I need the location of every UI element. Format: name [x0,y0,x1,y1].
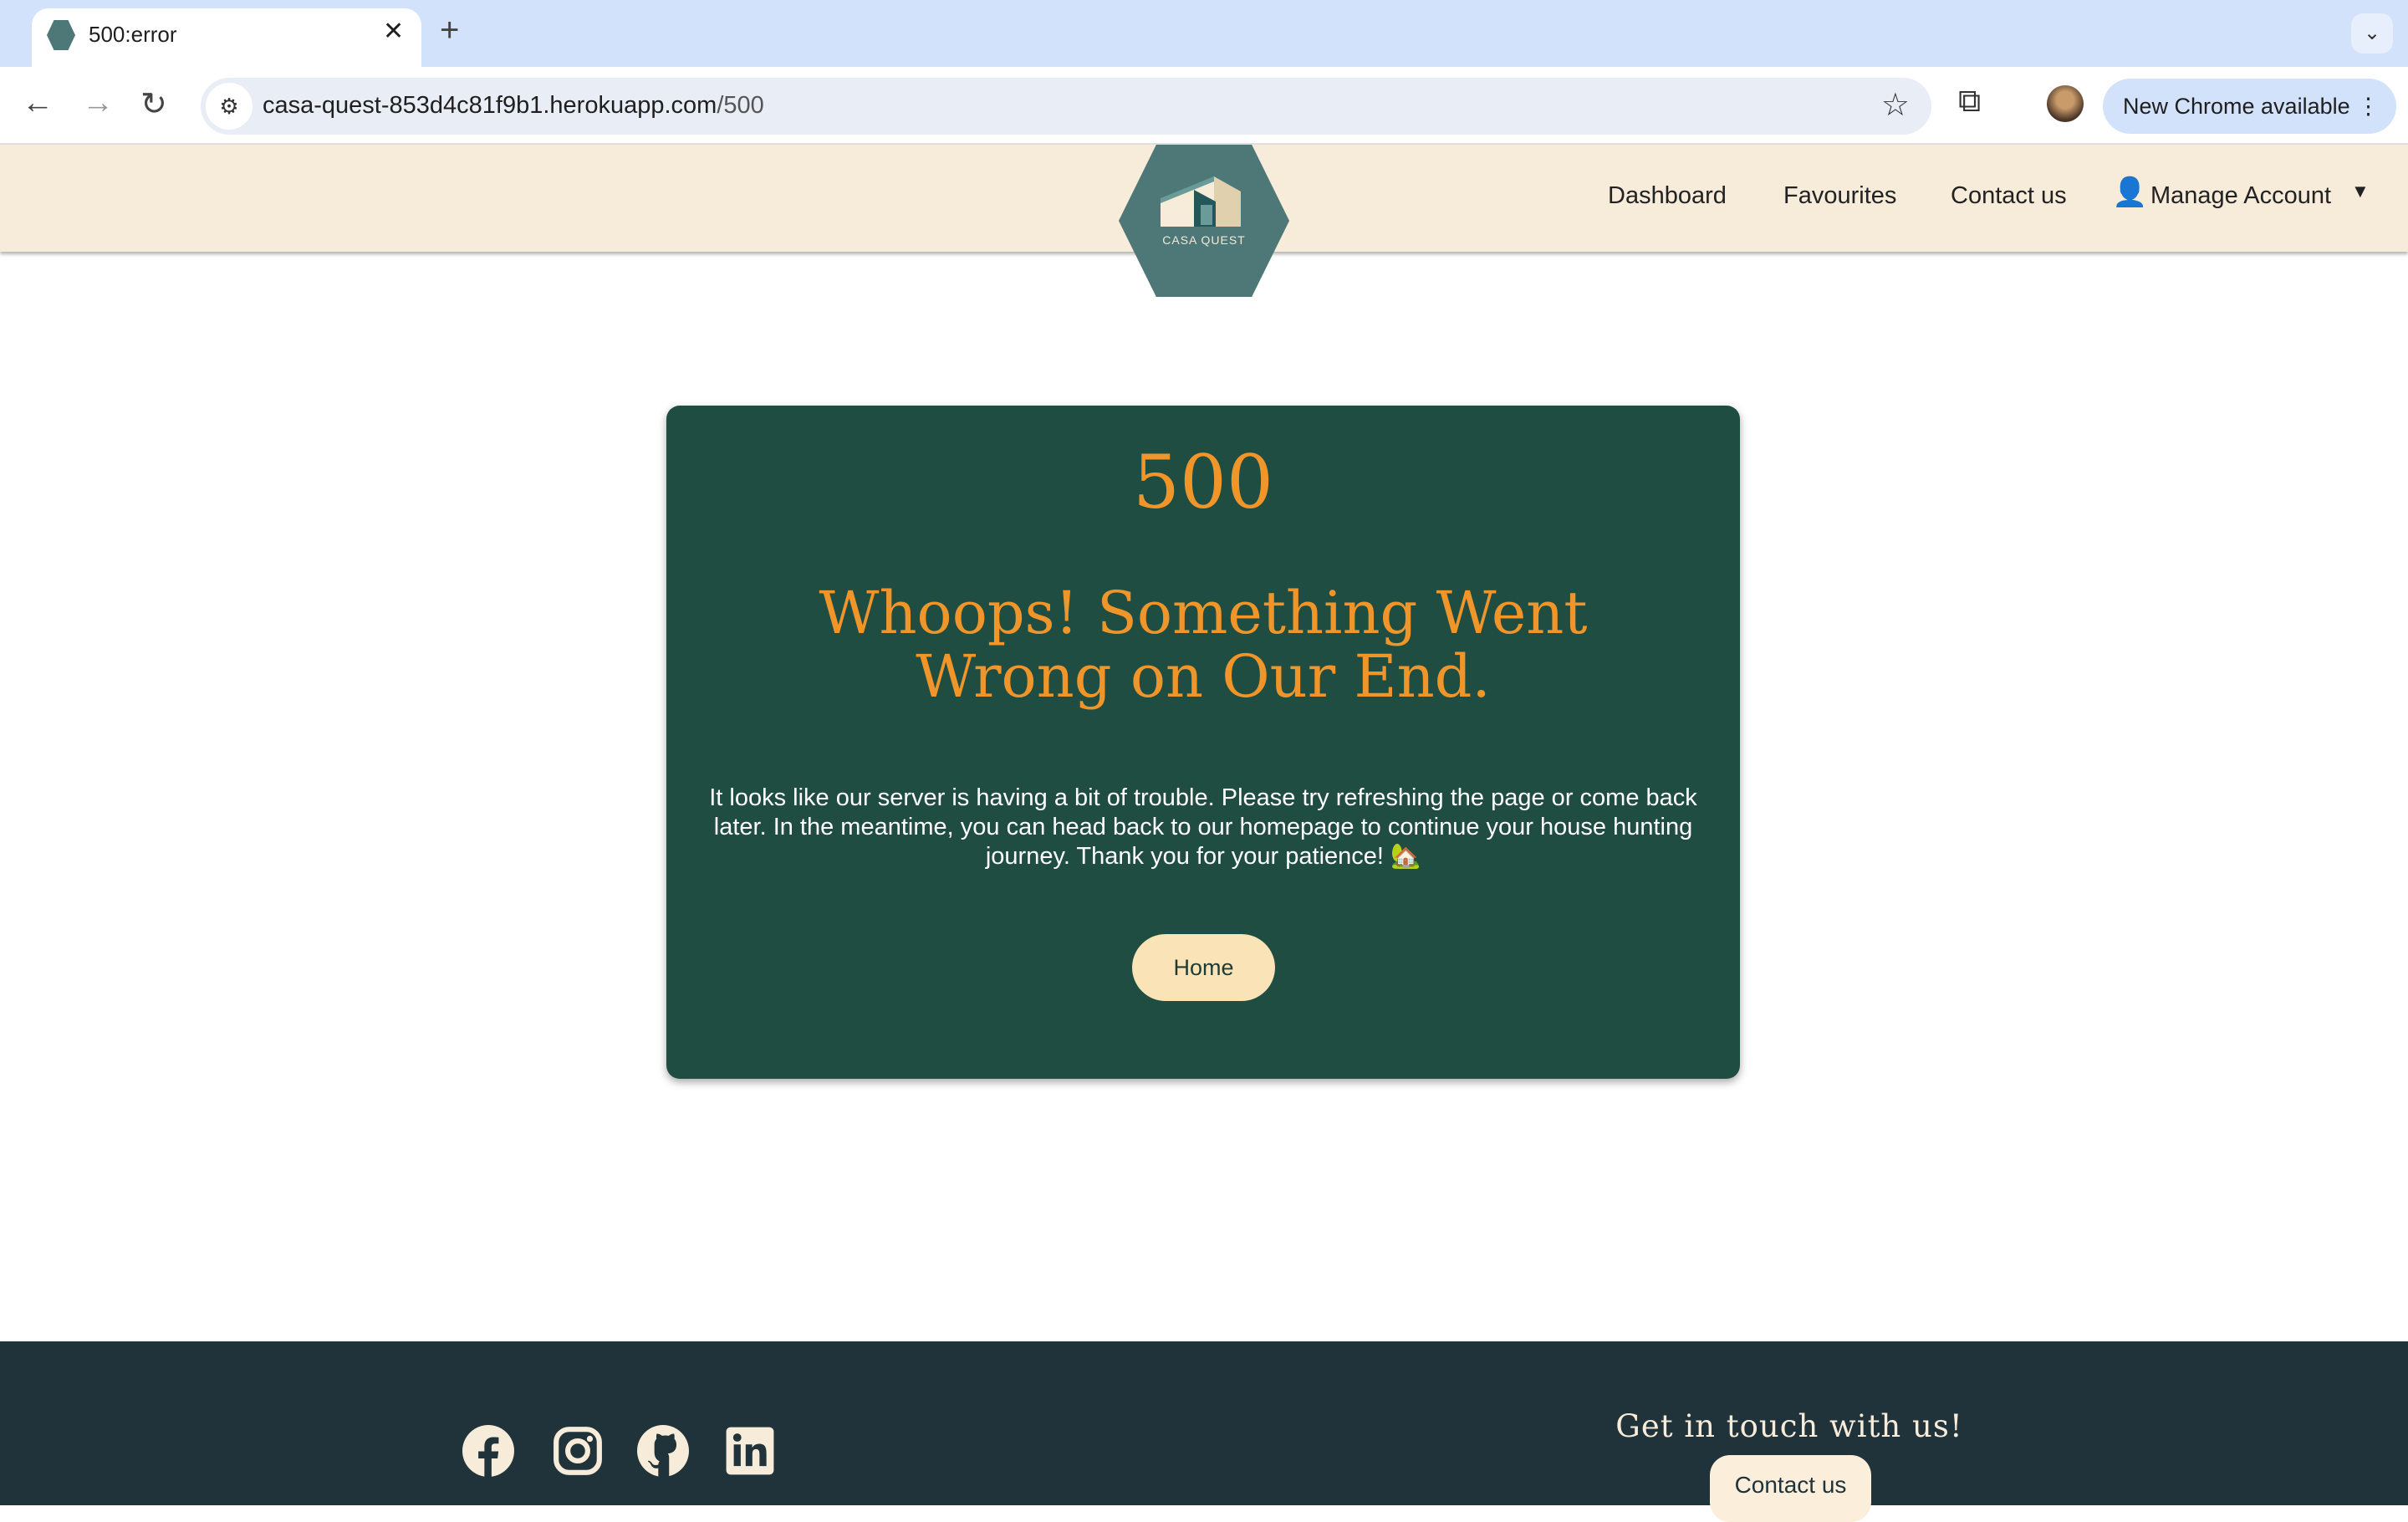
new-chrome-available-button[interactable]: New Chrome available ⋮ [2103,79,2396,134]
url-host: casa-quest-853d4c81f9b1.herokuapp.com [263,92,717,119]
linkedin-icon[interactable] [724,1425,776,1477]
instagram-icon[interactable] [552,1425,604,1477]
facebook-icon[interactable] [462,1425,514,1477]
browser-tab[interactable]: 500:error ✕ [32,8,421,69]
house-logo-icon [1161,176,1241,227]
footer-contact-button[interactable]: Contact us [1710,1455,1871,1522]
reload-icon[interactable]: ↻ [140,85,167,123]
site-settings-icon[interactable]: ⚙ [206,83,253,130]
bookmark-star-icon[interactable]: ☆ [1881,86,1910,124]
browser-toolbar: ← → ↻ ⚙ casa-quest-853d4c81f9b1.herokuap… [0,67,2408,145]
extensions-icon[interactable]: ⧉ [1958,84,1981,120]
dropdown-caret-icon[interactable]: ▼ [2351,181,2370,202]
tab-strip: 500:error ✕ + ⌄ [0,0,2408,69]
favicon-icon [47,20,75,50]
tab-title: 500:error [89,22,177,47]
error-message: It looks like our server is having a bit… [709,784,1697,870]
new-tab-icon[interactable]: + [440,12,459,49]
url-text[interactable]: casa-quest-853d4c81f9b1.herokuapp.com/50… [263,92,764,120]
nav-contact-us[interactable]: Contact us [1951,182,2067,210]
footer-cta-text: Get in touch with us! [1615,1408,1963,1444]
close-tab-icon[interactable]: ✕ [383,17,404,46]
forward-icon[interactable]: → [82,85,114,121]
error-card: 500 Whoops! Something Went Wrong on Our … [666,406,1740,1079]
tab-search-chevron-icon[interactable]: ⌄ [2351,13,2393,54]
nav-favourites[interactable]: Favourites [1783,182,1896,210]
url-path: /500 [717,92,764,119]
github-icon[interactable] [637,1425,689,1477]
error-headline: Whoops! Something Went Wrong on Our End. [819,579,1588,711]
user-gear-icon: 👤 [2112,176,2148,208]
profile-avatar[interactable] [2047,85,2084,122]
nav-manage-account[interactable]: Manage Account [2150,182,2331,210]
nav-dashboard[interactable]: Dashboard [1608,182,1727,210]
address-bar[interactable]: ⚙ casa-quest-853d4c81f9b1.herokuapp.com/… [201,78,1931,135]
update-label: New Chrome available [2123,94,2350,119]
home-button[interactable]: Home [1132,934,1275,1001]
back-icon[interactable]: ← [22,85,54,121]
site-footer [0,1341,2408,1505]
menu-dots-icon[interactable]: ⋮ [2357,79,2380,134]
logo-text: CASA QUEST [1162,233,1246,247]
error-code: 500 [1133,439,1273,525]
